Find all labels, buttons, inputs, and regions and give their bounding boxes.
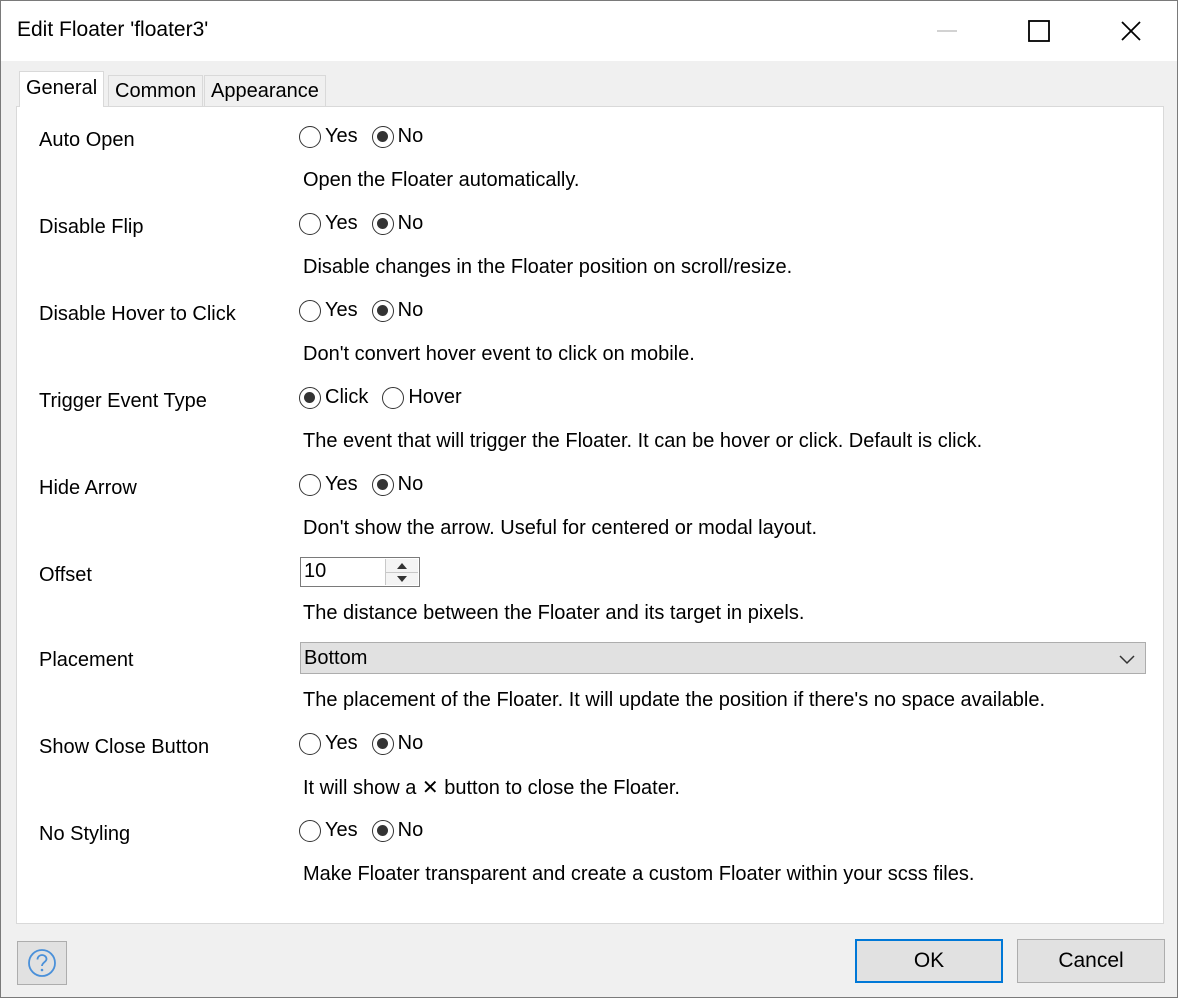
window-title: Edit Floater 'floater3' (17, 18, 209, 41)
maximize-button[interactable] (993, 1, 1085, 61)
disable-flip-radio-group: Yes No (299, 212, 437, 235)
radio-button[interactable] (371, 125, 394, 148)
auto-open-label: Auto Open (39, 129, 135, 151)
no-styling-description: Make Floater transparent and create a cu… (303, 863, 975, 885)
tab-appearance[interactable]: Appearance (204, 75, 326, 106)
disable-hover-no-option[interactable]: No (371, 299, 424, 322)
disable-hover-yes-option[interactable]: Yes (299, 299, 358, 322)
radio-button[interactable] (371, 473, 394, 496)
trigger-event-hover-option[interactable]: Hover (382, 386, 462, 409)
disable-hover-description: Don't convert hover event to click on mo… (303, 343, 695, 365)
tab-common[interactable]: Common (108, 75, 204, 106)
offset-spinbox[interactable]: 10 (300, 557, 420, 587)
trigger-event-description: The event that will trigger the Floater.… (303, 430, 983, 452)
caret-down-icon (397, 575, 407, 582)
no-styling-no-label: No (397, 819, 424, 841)
auto-open-yes-label: Yes (325, 125, 358, 147)
close-icon (1121, 21, 1141, 41)
offset-description: The distance between the Floater and its… (303, 602, 805, 624)
radio-button[interactable] (371, 732, 394, 755)
auto-open-no-label: No (397, 125, 424, 147)
ok-button[interactable]: OK (855, 939, 1003, 983)
close-window-button[interactable] (1085, 1, 1177, 61)
radio-button[interactable] (371, 299, 394, 322)
tab-general[interactable]: General (19, 71, 105, 107)
hide-arrow-radio-group: Yes No (299, 473, 437, 496)
hide-arrow-label: Hide Arrow (39, 477, 137, 499)
no-styling-radio-group: Yes No (299, 819, 437, 842)
disable-flip-yes-option[interactable]: Yes (299, 212, 358, 235)
radio-button[interactable] (299, 125, 321, 148)
show-close-yes-label: Yes (325, 732, 358, 754)
auto-open-radio-group: Yes No (299, 125, 437, 148)
show-close-no-label: No (397, 732, 424, 754)
no-styling-label: No Styling (39, 823, 131, 845)
tab-appearance-label: Appearance (211, 80, 319, 102)
radio-button[interactable] (371, 819, 394, 842)
disable-flip-no-option[interactable]: No (371, 212, 424, 235)
cancel-button[interactable]: Cancel (1017, 939, 1165, 983)
radio-button[interactable] (299, 299, 321, 322)
tab-common-label: Common (115, 80, 197, 102)
help-button[interactable] (17, 941, 67, 985)
spin-down-button[interactable] (386, 572, 418, 585)
title-bar: Edit Floater 'floater3' (1, 1, 1177, 61)
radio-button[interactable] (299, 732, 321, 755)
auto-open-yes-option[interactable]: Yes (299, 125, 358, 148)
offset-spin-buttons (385, 559, 418, 585)
show-close-no-option[interactable]: No (371, 732, 424, 755)
show-close-label: Show Close Button (39, 736, 210, 758)
radio-button[interactable] (299, 473, 321, 496)
minimize-icon (937, 30, 957, 32)
placement-selected-value: Bottom (304, 647, 368, 669)
chevron-down-icon (1119, 652, 1135, 670)
disable-hover-radio-group: Yes No (299, 299, 437, 322)
maximize-icon (1028, 20, 1050, 42)
radio-button[interactable] (299, 819, 321, 842)
trigger-event-label: Trigger Event Type (39, 390, 207, 412)
dialog-window: Edit Floater 'floater3' General Common A… (0, 0, 1178, 998)
hide-arrow-yes-option[interactable]: Yes (299, 473, 358, 496)
disable-flip-description: Disable changes in the Floater position … (303, 256, 793, 278)
disable-flip-no-label: No (397, 212, 424, 234)
general-panel (16, 106, 1164, 924)
hide-arrow-yes-label: Yes (325, 473, 358, 495)
minimize-button[interactable] (901, 1, 993, 61)
disable-hover-no-label: No (397, 299, 424, 321)
auto-open-no-option[interactable]: No (371, 125, 424, 148)
no-styling-no-option[interactable]: No (371, 819, 424, 842)
trigger-event-click-label: Click (325, 386, 369, 408)
radio-button[interactable] (382, 386, 405, 409)
show-close-description: It will show a ✕ button to close the Flo… (303, 777, 680, 799)
placement-label: Placement (39, 649, 134, 671)
spin-up-button[interactable] (386, 559, 418, 573)
offset-label: Offset (39, 564, 92, 586)
radio-button[interactable] (371, 212, 394, 235)
disable-hover-label: Disable Hover to Click (39, 303, 236, 325)
show-close-yes-option[interactable]: Yes (299, 732, 358, 755)
placement-description: The placement of the Floater. It will up… (303, 689, 1046, 711)
caret-up-icon (397, 562, 407, 569)
radio-button[interactable] (299, 386, 321, 409)
disable-hover-yes-label: Yes (325, 299, 358, 321)
offset-input-value[interactable]: 10 (304, 560, 326, 583)
radio-button[interactable] (299, 212, 321, 235)
hide-arrow-no-label: No (397, 473, 424, 495)
disable-flip-yes-label: Yes (325, 212, 358, 234)
show-close-radio-group: Yes No (299, 732, 437, 755)
auto-open-description: Open the Floater automatically. (303, 169, 580, 191)
trigger-event-click-option[interactable]: Click (299, 386, 368, 409)
trigger-event-hover-label: Hover (408, 386, 462, 408)
hide-arrow-description: Don't show the arrow. Useful for centere… (303, 517, 818, 539)
placement-dropdown[interactable]: Bottom (300, 642, 1146, 674)
question-circle-icon (28, 949, 56, 977)
no-styling-yes-option[interactable]: Yes (299, 819, 358, 842)
trigger-event-radio-group: Click Hover (299, 386, 476, 409)
tab-general-label: General (26, 77, 98, 99)
no-styling-yes-label: Yes (325, 819, 358, 841)
hide-arrow-no-option[interactable]: No (371, 473, 424, 496)
disable-flip-label: Disable Flip (39, 216, 144, 238)
